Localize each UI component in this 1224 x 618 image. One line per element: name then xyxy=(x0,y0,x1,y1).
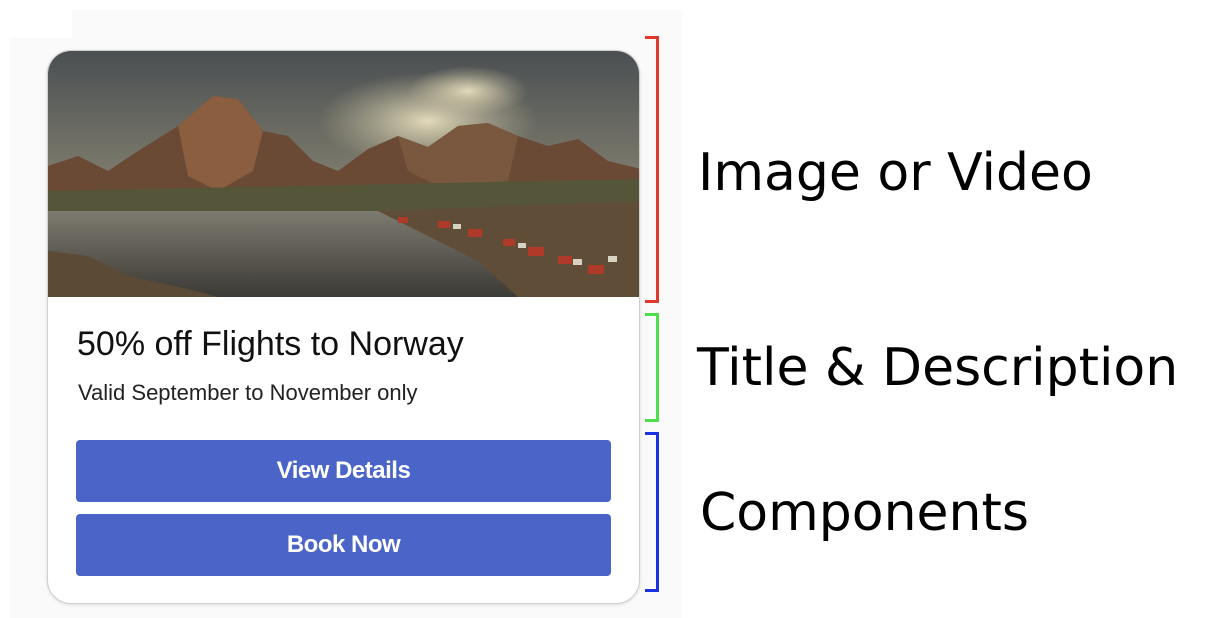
card-hero-image[interactable] xyxy=(48,51,639,297)
components-section-bracket xyxy=(645,432,659,592)
title-section-bracket xyxy=(645,313,659,422)
card-title: 50% off Flights to Norway xyxy=(77,325,464,363)
view-details-button[interactable]: View Details xyxy=(76,440,611,502)
rich-card: 50% off Flights to Norway Valid Septembe… xyxy=(47,50,640,604)
components-label: Components xyxy=(700,483,1029,543)
book-now-button[interactable]: Book Now xyxy=(76,514,611,576)
image-or-video-label: Image or Video xyxy=(698,143,1093,203)
card-description: Valid September to November only xyxy=(78,380,418,405)
landscape-image xyxy=(48,51,639,297)
title-description-label: Title & Description xyxy=(697,338,1179,398)
panel-notch xyxy=(10,10,72,38)
image-section-bracket xyxy=(645,36,659,303)
